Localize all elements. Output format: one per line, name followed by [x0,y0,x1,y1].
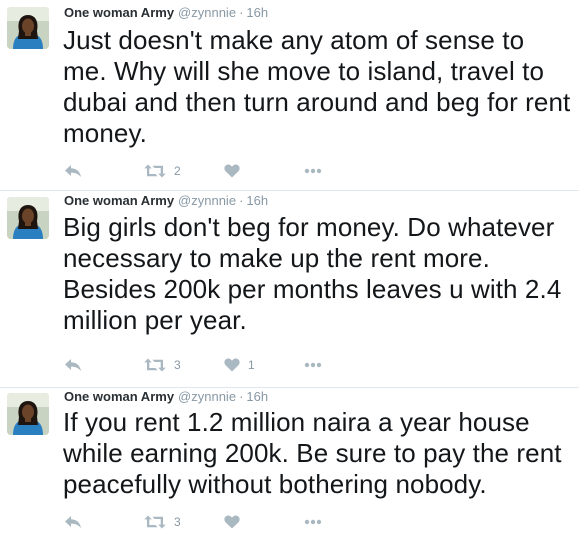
retweet-count: 3 [174,358,181,372]
retweet-button[interactable]: 2 [144,161,181,181]
author-name[interactable]: One woman Army [64,5,174,20]
heart-icon [224,164,240,178]
avatar-image [7,197,49,239]
more-icon [304,362,322,368]
retweet-button[interactable]: 3 [144,355,181,375]
retweet-icon [144,358,166,372]
reply-icon [65,516,81,528]
tweet-text: Big girls don't beg for money. Do whatev… [63,212,562,335]
tweet-text: If you rent 1.2 million naira a year hou… [63,407,562,499]
retweet-icon [144,515,166,529]
tweet-timestamp[interactable]: 16h [246,5,268,20]
author-handle[interactable]: @zynnnie [178,389,236,404]
tweet-actions: 2 [64,161,364,181]
like-count: 1 [248,358,255,372]
avatar[interactable] [7,7,49,49]
author-handle[interactable]: @zynnnie [178,5,236,20]
heart-icon [224,358,240,372]
heart-icon [224,515,240,529]
tweet-timeline: One woman Army @zynnnie · 16h Just doesn't … [0,0,579,542]
tweet-header: One woman Army @zynnnie · 16h [64,4,268,22]
more-button[interactable] [304,161,322,181]
like-button[interactable]: 1 [224,355,255,375]
reply-button[interactable] [64,512,82,532]
tweet-header: One woman Army @zynnnie · 16h [64,388,268,406]
tweet-text: Just doesn't make any atom of sense to m… [63,25,571,148]
tweet[interactable]: One woman Army @zynnnie · 16h If you rent 1… [0,388,579,542]
tweet-timestamp[interactable]: 16h [246,193,268,208]
tweet-actions: 3 1 [64,355,364,375]
more-button[interactable] [304,355,322,375]
more-button[interactable] [304,512,322,532]
more-icon [304,168,322,174]
avatar[interactable] [7,197,49,239]
tweet-header: One woman Army @zynnnie · 16h [64,192,268,210]
separator-dot: · [239,193,244,208]
author-name[interactable]: One woman Army [64,193,174,208]
retweet-icon [144,164,166,178]
tweet[interactable]: One woman Army @zynnnie · 16h Just doesn't … [0,0,579,191]
author-name[interactable]: One woman Army [64,389,174,404]
avatar-image [7,393,49,435]
tweet-actions: 3 [64,512,364,532]
like-button[interactable] [224,161,248,181]
separator-dot: · [239,5,244,20]
retweet-count: 3 [174,515,181,529]
reply-button[interactable] [64,355,82,375]
tweet-timestamp[interactable]: 16h [246,389,268,404]
separator-dot: · [239,389,244,404]
reply-button[interactable] [64,161,82,181]
reply-icon [65,165,81,177]
tweet[interactable]: One woman Army @zynnnie · 16h Big girls don… [0,191,579,388]
retweet-count: 2 [174,164,181,178]
retweet-button[interactable]: 3 [144,512,181,532]
avatar-image [7,7,49,49]
author-handle[interactable]: @zynnnie [178,193,236,208]
reply-icon [65,359,81,371]
more-icon [304,519,322,525]
avatar[interactable] [7,393,49,435]
like-button[interactable] [224,512,248,532]
